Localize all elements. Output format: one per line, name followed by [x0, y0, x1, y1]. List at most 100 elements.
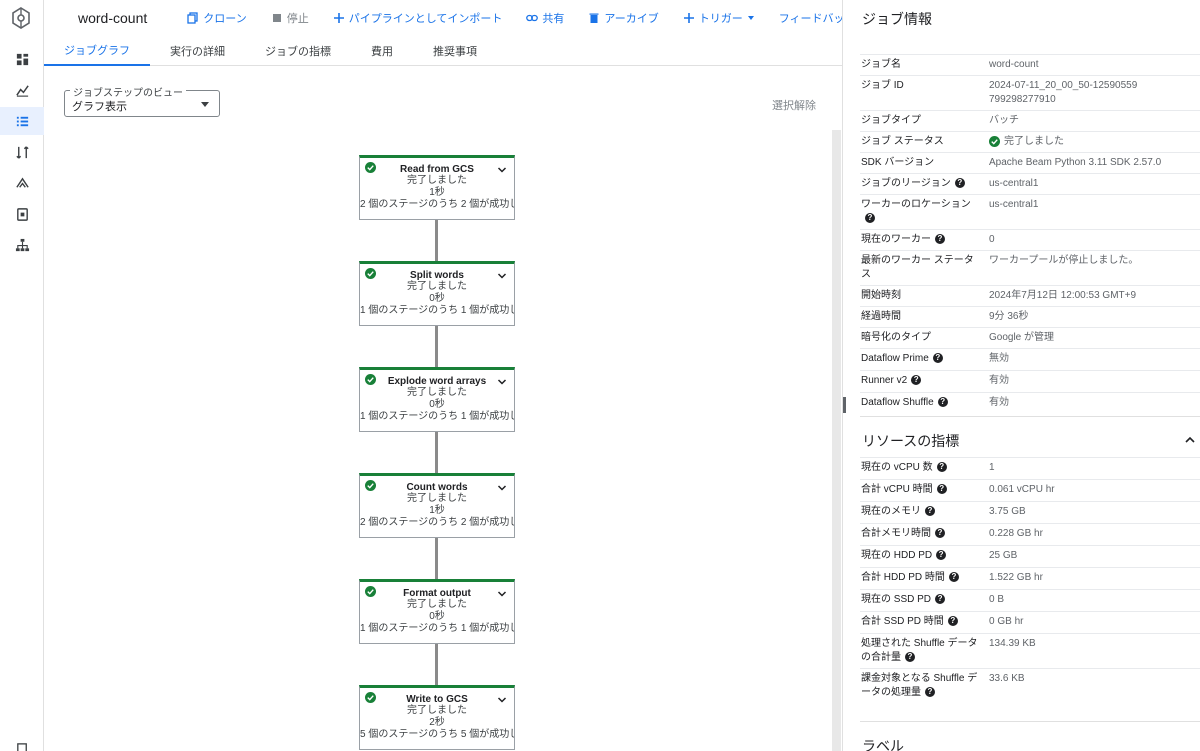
- trigger-dropdown-button[interactable]: トリガー: [683, 10, 755, 26]
- chevron-down-icon[interactable]: [497, 483, 507, 493]
- chevron-up-icon[interactable]: [1184, 434, 1196, 446]
- help-icon[interactable]: ?: [948, 572, 959, 583]
- node-status: 完了しました: [407, 175, 467, 186]
- help-icon[interactable]: ?: [911, 375, 922, 386]
- rail-chart-icon[interactable]: [0, 76, 44, 104]
- graph-edge: [435, 326, 438, 368]
- node-name: Explode word arrays: [387, 376, 487, 387]
- metric-row: 現在の HDD PD? 25 GB: [860, 545, 1200, 567]
- help-icon[interactable]: ?: [936, 462, 947, 473]
- import-as-pipeline-button[interactable]: パイプラインとしてインポート: [333, 10, 502, 26]
- node-time: 2秒: [429, 717, 445, 728]
- node-time: 0秒: [429, 293, 445, 304]
- metric-row: 合計 SSD PD 時間? 0 GB hr: [860, 611, 1200, 633]
- chevron-down-icon[interactable]: [497, 165, 507, 175]
- help-icon[interactable]: ?: [937, 397, 948, 408]
- help-icon[interactable]: ?: [935, 594, 946, 605]
- job-step-view-select[interactable]: ジョブステップのビュー グラフ表示: [64, 84, 220, 117]
- help-icon[interactable]: ?: [947, 616, 958, 627]
- rail-snapshots-icon[interactable]: [0, 200, 44, 228]
- success-check-icon: [365, 692, 376, 703]
- info-row-encryption-type: 暗号化のタイプ Google が管理: [860, 327, 1200, 348]
- job-tabs: ジョブグラフ 実行の詳細 ジョブの指標 費用 推奨事項: [44, 36, 842, 66]
- labels-header[interactable]: ラベル: [860, 722, 1200, 751]
- tab-recommendations[interactable]: 推奨事項: [413, 36, 497, 66]
- rail-pipelines-icon[interactable]: [0, 138, 44, 166]
- tab-job-graph[interactable]: ジョブグラフ: [44, 36, 150, 66]
- graph-node-format-output[interactable]: Format output 完了しました 0秒 1 個のステージのうち 1 個が…: [359, 579, 515, 644]
- success-check-icon: [989, 135, 1000, 147]
- graph-edge: [435, 538, 438, 580]
- help-icon[interactable]: ?: [905, 652, 915, 663]
- graph-node-explode-word-arrays[interactable]: Explode word arrays 完了しました 0秒 1 個のステージのう…: [359, 367, 515, 432]
- graph-node-count-words[interactable]: Count words 完了しました 1秒 2 個のステージのうち 2 個が成功…: [359, 473, 515, 538]
- resource-metrics-section: リソースの指標 現在の vCPU 数? 1 合計 vCPU 時間? 0.061 …: [860, 416, 1200, 703]
- chevron-down-icon[interactable]: [497, 377, 507, 387]
- info-row-job-id: ジョブ ID 2024-07-11_20_00_50-1259055979929…: [860, 75, 1200, 110]
- success-check-icon: [365, 586, 376, 597]
- success-check-icon: [365, 162, 376, 173]
- help-icon[interactable]: ?: [954, 178, 965, 189]
- info-row-worker-location: ワーカーのロケーション? us-central1: [860, 194, 1200, 229]
- info-row-start-time: 開始時刻 2024年7月12日 12:00:53 GMT+9: [860, 285, 1200, 306]
- node-time: 1秒: [429, 505, 445, 516]
- graph-edge: [435, 432, 438, 474]
- metric-row: 現在のメモリ? 3.75 GB: [860, 501, 1200, 523]
- clone-button[interactable]: クローン: [187, 10, 247, 26]
- rail-jobs-list-icon[interactable]: [0, 107, 44, 135]
- trash-icon: [589, 13, 599, 23]
- job-info-title: ジョブ情報: [862, 11, 932, 27]
- help-icon[interactable]: ?: [865, 213, 875, 224]
- node-stages: 1 個のステージのうち 1 個が成功しました: [360, 623, 514, 634]
- tab-cost[interactable]: 費用: [351, 36, 413, 66]
- rail-hierarchy-icon[interactable]: [0, 231, 44, 259]
- chevron-down-icon[interactable]: [497, 271, 507, 281]
- resource-metrics-table: 現在の vCPU 数? 1 合計 vCPU 時間? 0.061 vCPU hr …: [860, 457, 1200, 703]
- graph-node-read-from-gcs[interactable]: Read from GCS 完了しました 1秒 2 個のステージのうち 2 個が…: [359, 155, 515, 220]
- resource-metrics-header[interactable]: リソースの指標: [860, 417, 1200, 457]
- chevron-down-icon[interactable]: [497, 695, 507, 705]
- help-icon[interactable]: ?: [935, 234, 945, 245]
- node-name: Read from GCS: [400, 164, 474, 175]
- node-stages: 5 個のステージのうち 5 個が成功しました: [360, 729, 514, 740]
- rail-dashboard-icon[interactable]: [0, 45, 44, 73]
- graph-node-write-to-gcs[interactable]: Write to GCS 完了しました 2秒 5 個のステージのうち 5 個が成…: [359, 685, 515, 750]
- info-row-dataflow-prime: Dataflow Prime? 無効: [860, 348, 1200, 370]
- node-status: 完了しました: [407, 387, 467, 398]
- archive-button[interactable]: アーカイブ: [588, 10, 659, 26]
- tab-job-metrics[interactable]: ジョブの指標: [245, 36, 351, 66]
- help-icon[interactable]: ?: [925, 506, 935, 517]
- info-row-job-region: ジョブのリージョン? us-central1: [860, 173, 1200, 194]
- help-icon[interactable]: ?: [936, 550, 947, 561]
- link-icon: [526, 14, 539, 22]
- stop-button[interactable]: 停止: [271, 10, 309, 26]
- help-icon[interactable]: ?: [925, 687, 935, 698]
- node-status: 完了しました: [407, 281, 467, 292]
- chevron-down-icon[interactable]: [497, 589, 507, 599]
- node-stages: 2 個のステージのうち 2 個が成功しました: [360, 517, 514, 528]
- share-button[interactable]: 共有: [526, 10, 564, 26]
- left-nav-rail: [0, 0, 44, 751]
- graph-scrollbar[interactable]: [832, 130, 841, 751]
- help-icon[interactable]: ?: [936, 484, 947, 495]
- tab-execution-details[interactable]: 実行の詳細: [150, 36, 245, 66]
- view-select-value: グラフ表示: [72, 101, 127, 113]
- metric-row: 課金対象となる Shuffle データの処理量? 33.6 KB: [860, 668, 1200, 703]
- info-row-dataflow-shuffle: Dataflow Shuffle? 有効: [860, 392, 1200, 414]
- feedback-button[interactable]: フィードバック: [779, 10, 842, 26]
- rail-release-notes-icon[interactable]: [0, 735, 44, 751]
- panel-resize-handle[interactable]: [843, 397, 846, 413]
- deselect-button[interactable]: 選択解除: [772, 97, 816, 113]
- help-icon[interactable]: ?: [932, 353, 943, 364]
- graph-node-split-words[interactable]: Split words 完了しました 0秒 1 個のステージのうち 1 個が成功…: [359, 261, 515, 326]
- metric-row: 合計 HDD PD 時間? 1.522 GB hr: [860, 567, 1200, 589]
- help-icon[interactable]: ?: [935, 528, 945, 539]
- metric-row: 処理された Shuffle データの合計量? 134.39 KB: [860, 633, 1200, 668]
- node-time: 0秒: [429, 611, 445, 622]
- stop-icon: [272, 14, 281, 22]
- rail-workbench-icon[interactable]: [0, 169, 44, 197]
- job-info-panel: ジョブ情報 ジョブ名 word-count ジョブ ID 2024-07-11_…: [843, 0, 1200, 751]
- info-row-job-type: ジョブタイプ バッチ: [860, 110, 1200, 131]
- info-row-runner-v2: Runner v2? 有効: [860, 370, 1200, 392]
- node-stages: 1 個のステージのうち 1 個が成功しました: [360, 305, 514, 316]
